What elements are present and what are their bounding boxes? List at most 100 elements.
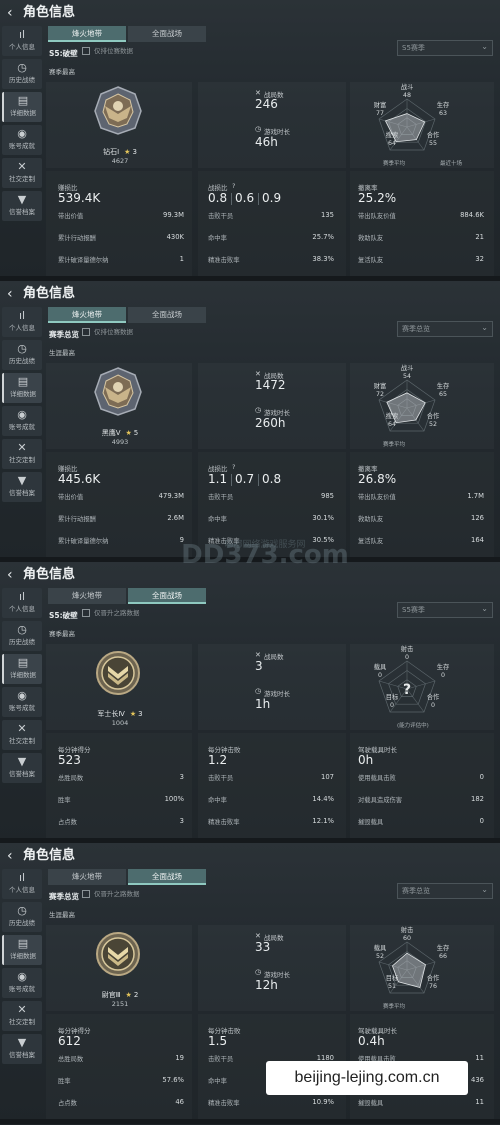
history-icon: ◷ (17, 61, 27, 74)
sidebar-item-social[interactable]: ✕ 社交定制 (2, 720, 42, 750)
rank-points: 4993 (111, 438, 129, 446)
chevron-down-icon: ⌄ (481, 42, 488, 51)
sidebar-item-details[interactable]: ▤ 详细数据 (2, 654, 42, 684)
back-arrow-icon[interactable]: ‹ (7, 567, 13, 583)
radar-axis: 合作 52 (421, 413, 445, 429)
radar-chart: 射击 60 生存 66 合作 76 目标 51 载具 52 (352, 925, 462, 1011)
sidebar-item-profile[interactable]: ıl 个人信息 (2, 869, 42, 899)
sidebar-item-label: 社交定制 (9, 456, 35, 464)
tab-full-battlefield[interactable]: 全面战场 (128, 869, 206, 885)
star-icon: ★ (124, 148, 131, 156)
radar-axis-label: 生存 (436, 383, 450, 390)
radar-axis-value: 51 (387, 983, 396, 990)
filter-checkbox[interactable] (82, 328, 90, 336)
filter-checkbox[interactable] (82, 890, 90, 898)
radar-axis-value: 48 (402, 92, 411, 99)
star-icon: ★ (125, 991, 132, 999)
sidebar-item-social[interactable]: ✕ 社交定制 (2, 1001, 42, 1031)
games-value: 246 (255, 97, 278, 111)
sidebar-item-reputation[interactable]: ▼ 信誉档案 (2, 191, 42, 221)
clock-icon: ◷ (255, 125, 262, 133)
sidebar-item-reputation[interactable]: ▼ 信誉档案 (2, 753, 42, 783)
sidebar-item-label: 详细数据 (10, 671, 36, 679)
role-info-panel: ‹ 角色信息 ıl 个人信息 ◷ 历史战绩 ▤ 详细数据 ◉ 账号成就 ✕ 社交定制 ▼ 信誉档案 烽火地带… (0, 281, 500, 562)
radar-axis: 战斗 54 (395, 365, 419, 381)
filter-checkbox[interactable] (82, 609, 90, 617)
sidebar-item-social[interactable]: ✕ 社交定制 (2, 439, 42, 469)
stat-row-label: 救助队友 (358, 516, 384, 523)
page-title: 角色信息 (23, 286, 76, 301)
sidebar-item-profile[interactable]: ıl 个人信息 (2, 307, 42, 337)
kd-value: 1.1 (208, 472, 228, 486)
sidebar-item-details[interactable]: ▤ 详细数据 (2, 373, 42, 403)
help-icon: ? (232, 182, 236, 190)
tab-full-battlefield[interactable]: 全面战场 (128, 307, 206, 323)
stat-row-label: 击败干员 (208, 494, 234, 501)
radar-axis: 载具 52 (368, 945, 392, 961)
sidebar-item-history[interactable]: ◷ 历史战绩 (2, 621, 42, 651)
season-dropdown[interactable]: 赛季总览 ⌄ (397, 883, 493, 899)
stat-row-value: 14.4% (312, 795, 334, 803)
sidebar-item-history[interactable]: ◷ 历史战绩 (2, 902, 42, 932)
rank-name: 军士长Ⅳ ★ 3 (70, 709, 170, 719)
sidebar-item-profile[interactable]: ıl 个人信息 (2, 588, 42, 618)
tab-full-battlefield[interactable]: 全面战场 (128, 26, 206, 42)
radar-legend-season: 赛季平均 (383, 161, 406, 167)
primary-stat-value: 539.4K (58, 191, 101, 205)
sidebar-item-history[interactable]: ◷ 历史战绩 (2, 59, 42, 89)
season-dropdown[interactable]: S5赛季 ⌄ (397, 602, 493, 618)
stat-row-label: 击败干员 (208, 775, 234, 782)
filter-checkbox[interactable] (82, 47, 90, 55)
sidebar-item-achievements[interactable]: ◉ 账号成就 (2, 968, 42, 998)
sidebar-item-profile[interactable]: ıl 个人信息 (2, 26, 42, 56)
sidebar-item-details[interactable]: ▤ 详细数据 (2, 935, 42, 965)
stat-row-value: 884.6K (460, 211, 484, 219)
sidebar-item-reputation[interactable]: ▼ 信誉档案 (2, 472, 42, 502)
sidebar-item-details[interactable]: ▤ 详细数据 (2, 92, 42, 122)
radar-chart: 战斗 48 生存 63 合作 55 搜索 64 财富 77 (352, 82, 462, 168)
star-icon: ★ (125, 429, 132, 437)
season-dropdown[interactable]: S5赛季 ⌄ (397, 40, 493, 56)
back-arrow-icon[interactable]: ‹ (7, 5, 13, 21)
radar-axis-label: 战斗 (400, 84, 414, 91)
radar-axis-value: 63 (438, 110, 447, 117)
back-arrow-icon[interactable]: ‹ (7, 286, 13, 302)
tab-warfare-zone[interactable]: 烽火地带 (48, 26, 126, 42)
sidebar-item-achievements[interactable]: ◉ 账号成就 (2, 687, 42, 717)
radar-axis-label: 合作 (426, 413, 440, 420)
back-arrow-icon[interactable]: ‹ (7, 848, 13, 864)
sidebar-item-achievements[interactable]: ◉ 账号成就 (2, 125, 42, 155)
playtime-value: 46h (255, 135, 278, 149)
reputation-icon: ▼ (17, 755, 27, 768)
sidebar-item-label: 社交定制 (9, 737, 35, 745)
reputation-icon: ▼ (17, 193, 27, 206)
tab-warfare-zone[interactable]: 烽火地带 (48, 307, 126, 323)
season-dropdown[interactable]: 赛季总览 ⌄ (397, 321, 493, 337)
tab-warfare-zone[interactable]: 烽火地带 (48, 869, 126, 885)
rank-badge (91, 646, 145, 698)
tab-warfare-zone[interactable]: 烽火地带 (48, 588, 126, 604)
stat-row-value: 182 (471, 795, 484, 803)
clock-icon: ◷ (255, 687, 262, 695)
sidebar-item-social[interactable]: ✕ 社交定制 (2, 158, 42, 188)
stat-row-value: 126 (471, 514, 484, 522)
season-label: S5:破壁 (49, 611, 78, 620)
radar-axis-label: 合作 (426, 694, 440, 701)
season-label: S5:破壁 (49, 49, 78, 58)
stat-row-value: 107 (321, 773, 334, 781)
stat-row-label: 带出队友价值 (358, 213, 396, 220)
sidebar-item-achievements[interactable]: ◉ 账号成就 (2, 406, 42, 436)
page-title: 角色信息 (23, 567, 76, 582)
sidebar-item-reputation[interactable]: ▼ 信誉档案 (2, 1034, 42, 1064)
sidebar-item-label: 详细数据 (10, 390, 36, 398)
sidebar-item-label: 信誉档案 (9, 1051, 35, 1059)
achievements-icon: ◉ (17, 408, 27, 421)
radar-axis-label: 载具 (373, 664, 387, 671)
best-rank-heading: 生涯最高 (49, 349, 75, 357)
tab-full-battlefield[interactable]: 全面战场 (128, 588, 206, 604)
tertiary-stat-value: 0h (358, 753, 374, 767)
stat-row-value: 164 (471, 536, 484, 544)
sidebar-item-history[interactable]: ◷ 历史战绩 (2, 340, 42, 370)
stat-row-label: 摧毁载具 (358, 819, 384, 826)
stat-row-value: 1.7M (467, 492, 484, 500)
